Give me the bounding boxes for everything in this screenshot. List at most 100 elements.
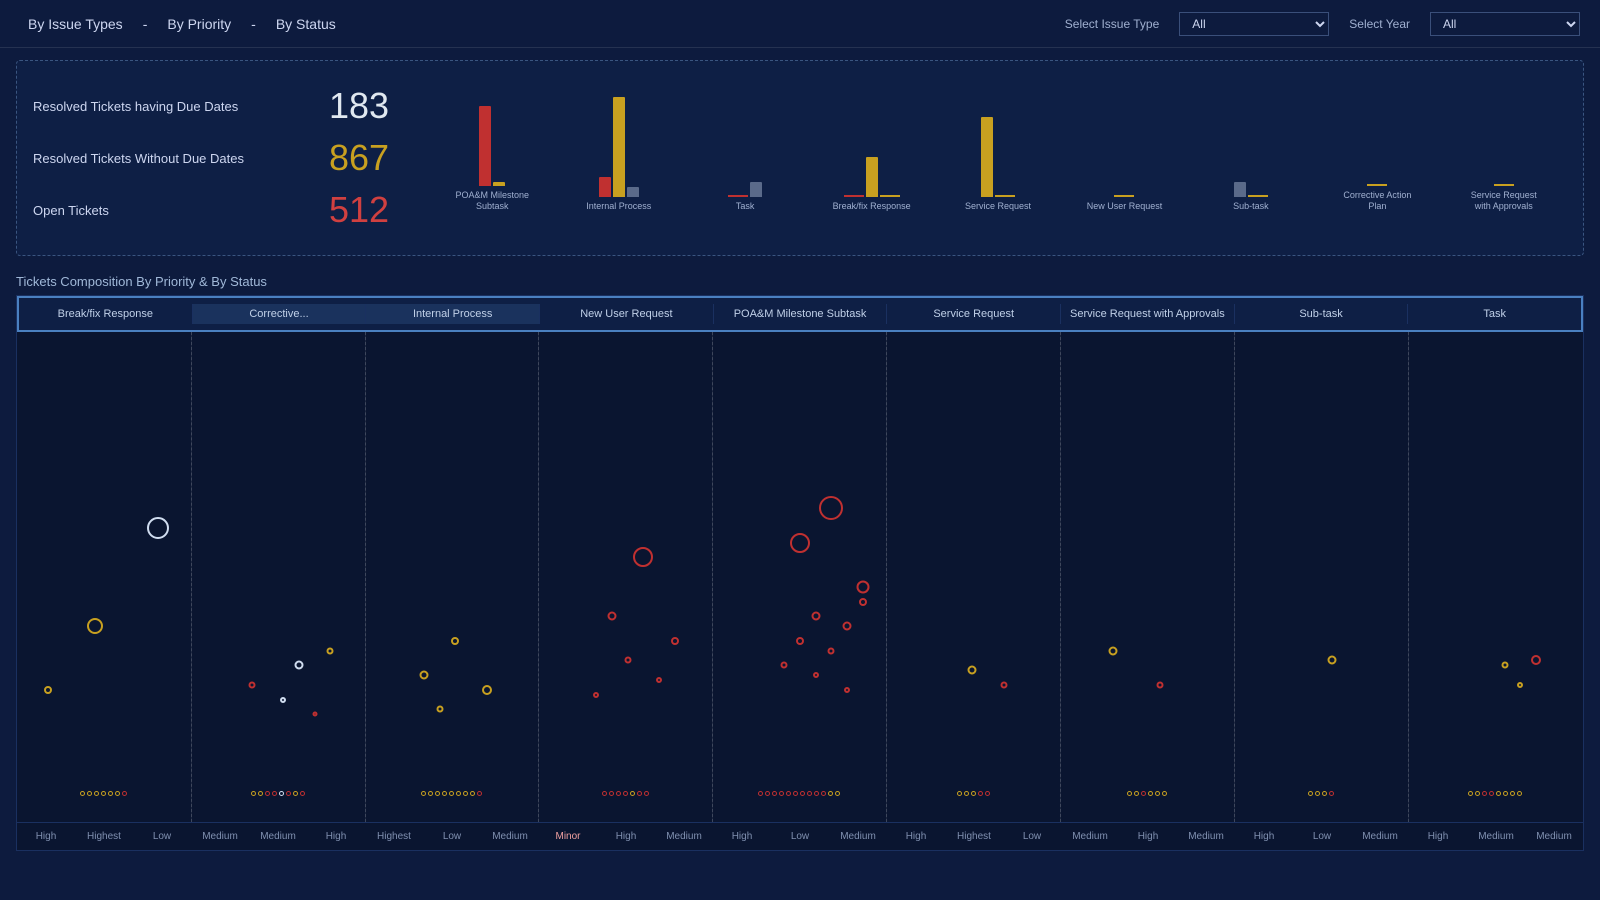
bubble-12: [436, 706, 443, 713]
bubble-33: [1157, 681, 1164, 688]
bubble-8: [312, 712, 317, 717]
bubble-15: [671, 637, 679, 645]
stat-row-open: Open Tickets 512: [33, 189, 389, 231]
xlabel-high-3: High: [597, 823, 655, 850]
bubble-27: [813, 672, 819, 678]
dot: [985, 791, 990, 796]
bar-internal-gold: [613, 97, 625, 197]
dots-col1: [17, 789, 191, 798]
xlabel-low-3: Low: [771, 823, 829, 850]
bubble-3: [44, 686, 52, 694]
year-select[interactable]: All: [1430, 12, 1580, 36]
dot: [1475, 791, 1480, 796]
dot: [1322, 791, 1327, 796]
col-header-service[interactable]: Service Request: [887, 304, 1061, 324]
dot: [421, 791, 426, 796]
section-title: Tickets Composition By Priority & By Sta…: [0, 268, 1600, 295]
x-axis-labels: High Highest Low Medium Medium High High…: [17, 822, 1583, 850]
dots-col3: [365, 789, 539, 798]
resolved-with-due-label: Resolved Tickets having Due Dates: [33, 99, 313, 114]
col-header-internal[interactable]: Internal Process: [366, 304, 540, 324]
xlabel-medium-1: Medium: [191, 823, 249, 850]
dot: [122, 791, 127, 796]
dots-col4: [538, 789, 712, 798]
xlabel-high-4: High: [713, 823, 771, 850]
bar-label-internal: Internal Process: [586, 201, 651, 213]
dot: [1329, 791, 1334, 796]
resolved-without-due-label: Resolved Tickets Without Due Dates: [33, 151, 313, 166]
resolved-without-due-value: 867: [329, 137, 389, 179]
xlabel-high-8: High: [1409, 823, 1467, 850]
stat-row-resolved-with-due: Resolved Tickets having Due Dates 183: [33, 85, 389, 127]
dot: [279, 791, 284, 796]
col-header-breakfix[interactable]: Break/fix Response: [19, 304, 193, 324]
xlabel-highest-1: Highest: [75, 823, 133, 850]
summary-stats: Resolved Tickets having Due Dates 183 Re…: [33, 85, 389, 231]
issue-type-select[interactable]: All: [1179, 12, 1329, 36]
bubble-plot-area: [17, 332, 1583, 822]
col-header-service-approvals[interactable]: Service Request with Approvals: [1061, 304, 1235, 324]
dot: [265, 791, 270, 796]
bar-group-service: Service Request: [935, 77, 1061, 213]
col-header-task[interactable]: Task: [1408, 304, 1581, 324]
dot: [609, 791, 614, 796]
dot: [786, 791, 791, 796]
bubble-7: [280, 697, 286, 703]
filter-label-issue: Select Issue Type: [1065, 17, 1160, 31]
xlabel-medium-7: Medium: [1177, 823, 1235, 850]
dot: [108, 791, 113, 796]
bar-serviceapproval-line-gold: [1494, 184, 1514, 186]
col-header-newuser[interactable]: New User Request: [540, 304, 714, 324]
bar-label-corrective: Corrective ActionPlan: [1343, 190, 1411, 213]
bubble-26: [781, 662, 788, 669]
dot: [765, 791, 770, 796]
bar-service-gold: [981, 117, 993, 197]
bubble-29: [844, 687, 850, 693]
bar-task-gray: [750, 182, 762, 197]
resolved-with-due-value: 183: [329, 85, 389, 127]
xlabel-high-1: High: [17, 823, 75, 850]
dot: [1517, 791, 1522, 796]
xlabel-low-2: Low: [423, 823, 481, 850]
col-header-poam[interactable]: POA&M Milestone Subtask: [714, 304, 888, 324]
bubble-30: [968, 666, 977, 675]
vdivider-6: [1060, 332, 1061, 822]
bubble-14: [608, 612, 617, 621]
bubble-23: [842, 622, 851, 631]
xlabel-medium-10: Medium: [1525, 823, 1583, 850]
bar-group-internal: Internal Process: [556, 77, 682, 213]
dot: [602, 791, 607, 796]
dot: [87, 791, 92, 796]
dots-col7: [1060, 789, 1234, 798]
dot: [1503, 791, 1508, 796]
dot: [1510, 791, 1515, 796]
col-header-subtask[interactable]: Sub-task: [1235, 304, 1409, 324]
vdivider-4: [712, 332, 713, 822]
nav-by-issue-types[interactable]: By Issue Types: [20, 12, 131, 36]
nav-by-priority[interactable]: By Priority: [159, 12, 239, 36]
dot: [1162, 791, 1167, 796]
dot: [435, 791, 440, 796]
xlabel-high-2: High: [307, 823, 365, 850]
dot: [80, 791, 85, 796]
bar-corrective-line-gold: [1367, 184, 1387, 186]
xlabel-medium-4: Medium: [655, 823, 713, 850]
filter-label-year: Select Year: [1349, 17, 1410, 31]
dot: [1468, 791, 1473, 796]
nav-filters: Select Issue Type All Select Year All: [1065, 12, 1580, 36]
bubble-17: [656, 677, 662, 683]
nav-by-status[interactable]: By Status: [268, 12, 344, 36]
xlabel-medium-9: Medium: [1467, 823, 1525, 850]
dot: [300, 791, 305, 796]
dot: [821, 791, 826, 796]
dots-col6: [886, 789, 1060, 798]
dot: [1482, 791, 1487, 796]
bubble-21: [856, 580, 869, 593]
dot: [463, 791, 468, 796]
bar-group-task: Task: [682, 77, 808, 213]
summary-bar-chart: POA&M MilestoneSubtask Internal Process …: [429, 73, 1567, 243]
dots-col2: [191, 789, 365, 798]
bar-internal-red: [599, 177, 611, 197]
col-header-corrective[interactable]: Corrective...: [193, 304, 367, 324]
dot: [442, 791, 447, 796]
